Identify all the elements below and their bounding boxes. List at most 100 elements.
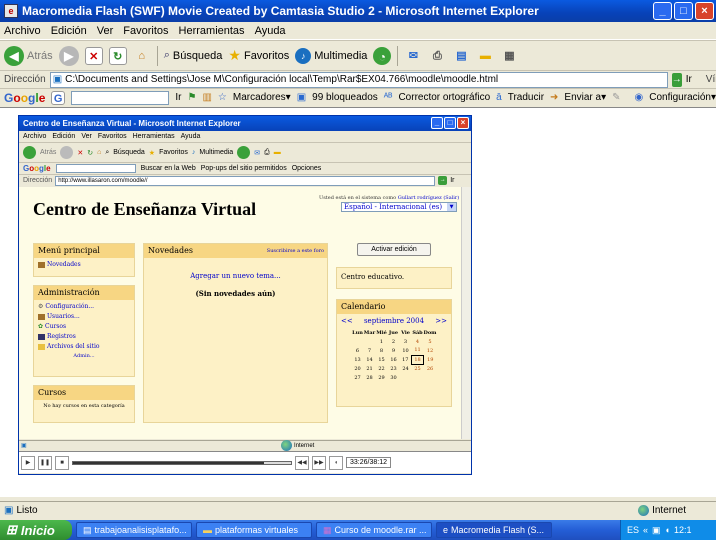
inner-print-icon[interactable]: ⎙ bbox=[264, 149, 270, 157]
admin-logs-link[interactable]: Registros bbox=[38, 333, 130, 340]
inner-popups-button[interactable]: Pop-ups del sitio permitidos bbox=[201, 165, 287, 172]
multimedia-button[interactable]: ♪ Multimedia bbox=[295, 47, 367, 64]
start-button[interactable]: ⊞ Inicio bbox=[0, 520, 72, 540]
stop-icon[interactable]: ✕ bbox=[84, 46, 103, 65]
settings-button[interactable]: Configuración▾ bbox=[649, 92, 716, 103]
inner-menu-ver[interactable]: Ver bbox=[81, 133, 92, 140]
inner-google-input[interactable] bbox=[55, 164, 136, 173]
inner-menu-herramientas[interactable]: Herramientas bbox=[133, 133, 175, 140]
bookmarks-button[interactable]: Marcadores▾ bbox=[233, 92, 291, 103]
go-arrow-icon[interactable]: → bbox=[671, 72, 682, 87]
spellcheck-button[interactable]: Corrector ortográfico bbox=[398, 92, 490, 103]
volume-icon[interactable]: ◖ bbox=[329, 455, 343, 470]
google-menu-icon[interactable]: G bbox=[51, 90, 65, 105]
back-button[interactable]: ◀ Atrás bbox=[4, 45, 53, 66]
inner-mail-icon[interactable]: ✉ bbox=[254, 149, 260, 157]
folder-icon[interactable]: ▬ bbox=[476, 47, 494, 65]
menu-edicion[interactable]: Edición bbox=[51, 25, 87, 37]
edit-icon[interactable]: ▤ bbox=[452, 47, 470, 65]
taskbar-item-flash[interactable]: e Macromedia Flash (S... bbox=[436, 522, 552, 538]
news-forum-link[interactable]: Novedades bbox=[38, 261, 130, 268]
inner-search-label[interactable]: Búsqueda bbox=[113, 149, 145, 156]
tray-arrow-icon[interactable]: « bbox=[643, 525, 648, 535]
language-indicator[interactable]: ES bbox=[627, 525, 639, 535]
inner-history-icon[interactable] bbox=[237, 146, 251, 159]
inner-home-icon[interactable]: ⌂ bbox=[97, 149, 101, 156]
tray-volume-icon[interactable]: ◖ bbox=[665, 525, 670, 535]
admin-users-link[interactable]: Usuarios... bbox=[38, 313, 130, 320]
favorites-button[interactable]: ★ Favoritos bbox=[228, 47, 289, 64]
google-go-button[interactable]: Ir bbox=[175, 92, 181, 103]
inner-favorites-label[interactable]: Favoritos bbox=[159, 149, 188, 156]
clock[interactable]: 12:1 bbox=[674, 525, 692, 535]
inner-menu-ayuda[interactable]: Ayuda bbox=[181, 133, 201, 140]
links-label[interactable]: Vínculos bbox=[706, 74, 716, 85]
taskbar-item-winrar[interactable]: ▦ Curso de moodle.rar ... bbox=[316, 522, 432, 538]
inner-forward-icon[interactable] bbox=[60, 146, 74, 159]
forward-button[interactable]: ▶ bbox=[58, 45, 79, 66]
logout-link[interactable]: (Salir) bbox=[443, 195, 459, 201]
inner-vertical-scrollbar[interactable] bbox=[461, 187, 471, 439]
inner-options-button[interactable]: Opciones bbox=[292, 165, 322, 172]
inner-refresh-icon[interactable]: ↻ bbox=[87, 149, 93, 157]
calendar-month[interactable]: septiembre 2004 bbox=[364, 317, 424, 325]
subscribe-link[interactable]: Suscribirse a este foro bbox=[267, 248, 324, 254]
inner-address-input[interactable]: http://www.illasaron.com/moodle// bbox=[55, 175, 436, 186]
calendar-prev-link[interactable]: << bbox=[341, 317, 353, 325]
refresh-icon[interactable]: ↻ bbox=[108, 46, 127, 65]
inner-folder-icon[interactable]: ▬ bbox=[274, 149, 281, 156]
inner-go-label[interactable]: Ir bbox=[450, 177, 454, 184]
maximize-button[interactable]: □ bbox=[674, 2, 693, 20]
mail-icon[interactable]: ✉ bbox=[404, 47, 422, 65]
home-icon[interactable]: ⌂ bbox=[133, 47, 151, 65]
inner-menu-archivo[interactable]: Archivo bbox=[23, 133, 46, 140]
history-icon[interactable]: ◔ bbox=[373, 46, 392, 65]
send-button[interactable]: Enviar a▾ bbox=[564, 92, 606, 103]
calendar-next-link[interactable]: >> bbox=[435, 317, 447, 325]
taskbar-item-word[interactable]: ▤ trabajoanalisisplatafo... bbox=[76, 522, 192, 538]
pause-icon[interactable]: ❚❚ bbox=[38, 455, 52, 470]
address-input[interactable]: ▣ C:\Documents and Settings\Jose M\Confi… bbox=[49, 71, 668, 88]
edit-mode-button[interactable]: Activar edición bbox=[357, 243, 431, 256]
taskbar-item-folder[interactable]: ▬ plataformas virtuales bbox=[196, 522, 312, 538]
stop-icon[interactable]: ■ bbox=[55, 455, 69, 470]
inner-menu-favoritos[interactable]: Favoritos bbox=[98, 133, 127, 140]
search-button[interactable]: ⌕ Búsqueda bbox=[164, 49, 223, 62]
print-icon[interactable]: ⎙ bbox=[428, 47, 446, 65]
inner-maximize-button[interactable]: □ bbox=[444, 117, 456, 129]
inner-close-button[interactable]: × bbox=[457, 117, 469, 129]
menu-favoritos[interactable]: Favoritos bbox=[123, 25, 168, 37]
menu-herramientas[interactable]: Herramientas bbox=[179, 25, 245, 37]
play-icon[interactable]: ▶ bbox=[21, 455, 35, 470]
admin-courses-link[interactable]: ✿ Cursos bbox=[38, 323, 130, 330]
login-user-link[interactable]: Gullart rodríguez bbox=[398, 195, 442, 201]
menu-archivo[interactable]: Archivo bbox=[4, 25, 41, 37]
inner-multimedia-label[interactable]: Multimedia bbox=[199, 149, 233, 156]
google-search-icon[interactable]: ⚑ bbox=[187, 92, 196, 103]
go-label[interactable]: Ir bbox=[686, 74, 692, 85]
rewind-icon[interactable]: ◀◀ bbox=[295, 455, 309, 470]
menu-ayuda[interactable]: Ayuda bbox=[255, 25, 286, 37]
inner-back-icon[interactable] bbox=[23, 146, 36, 159]
inner-stop-icon[interactable]: ✕ bbox=[77, 149, 83, 157]
inner-back-label[interactable]: Atrás bbox=[40, 149, 56, 156]
messenger-icon[interactable]: ▦ bbox=[500, 47, 518, 65]
inner-go-icon[interactable]: → bbox=[438, 176, 448, 185]
fast-forward-icon[interactable]: ▶▶ bbox=[312, 455, 326, 470]
tray-network-icon[interactable]: ▣ bbox=[652, 525, 661, 536]
add-topic-link[interactable]: Agregar un nuevo tema... bbox=[144, 272, 327, 280]
admin-config-link[interactable]: ⚙ Configuración... bbox=[38, 303, 130, 310]
admin-more-link[interactable]: Admin... bbox=[38, 353, 130, 359]
google-search-input[interactable] bbox=[70, 90, 170, 105]
language-select[interactable]: Español - Internacional (es) ▼ bbox=[341, 202, 457, 212]
google-pagerank-icon[interactable]: ▥ bbox=[202, 92, 211, 103]
inner-menu-edicion[interactable]: Edición bbox=[52, 133, 75, 140]
inner-google-search-button[interactable]: Buscar en la Web bbox=[141, 165, 196, 172]
menu-ver[interactable]: Ver bbox=[97, 25, 114, 37]
close-button[interactable]: × bbox=[695, 2, 714, 20]
admin-files-link[interactable]: Archivos del sitio bbox=[38, 343, 130, 350]
minimize-button[interactable]: _ bbox=[653, 2, 672, 20]
popup-blocked-count[interactable]: 99 bloqueados bbox=[312, 92, 378, 103]
seek-bar[interactable] bbox=[72, 460, 292, 465]
translate-button[interactable]: Traducir bbox=[508, 92, 544, 103]
